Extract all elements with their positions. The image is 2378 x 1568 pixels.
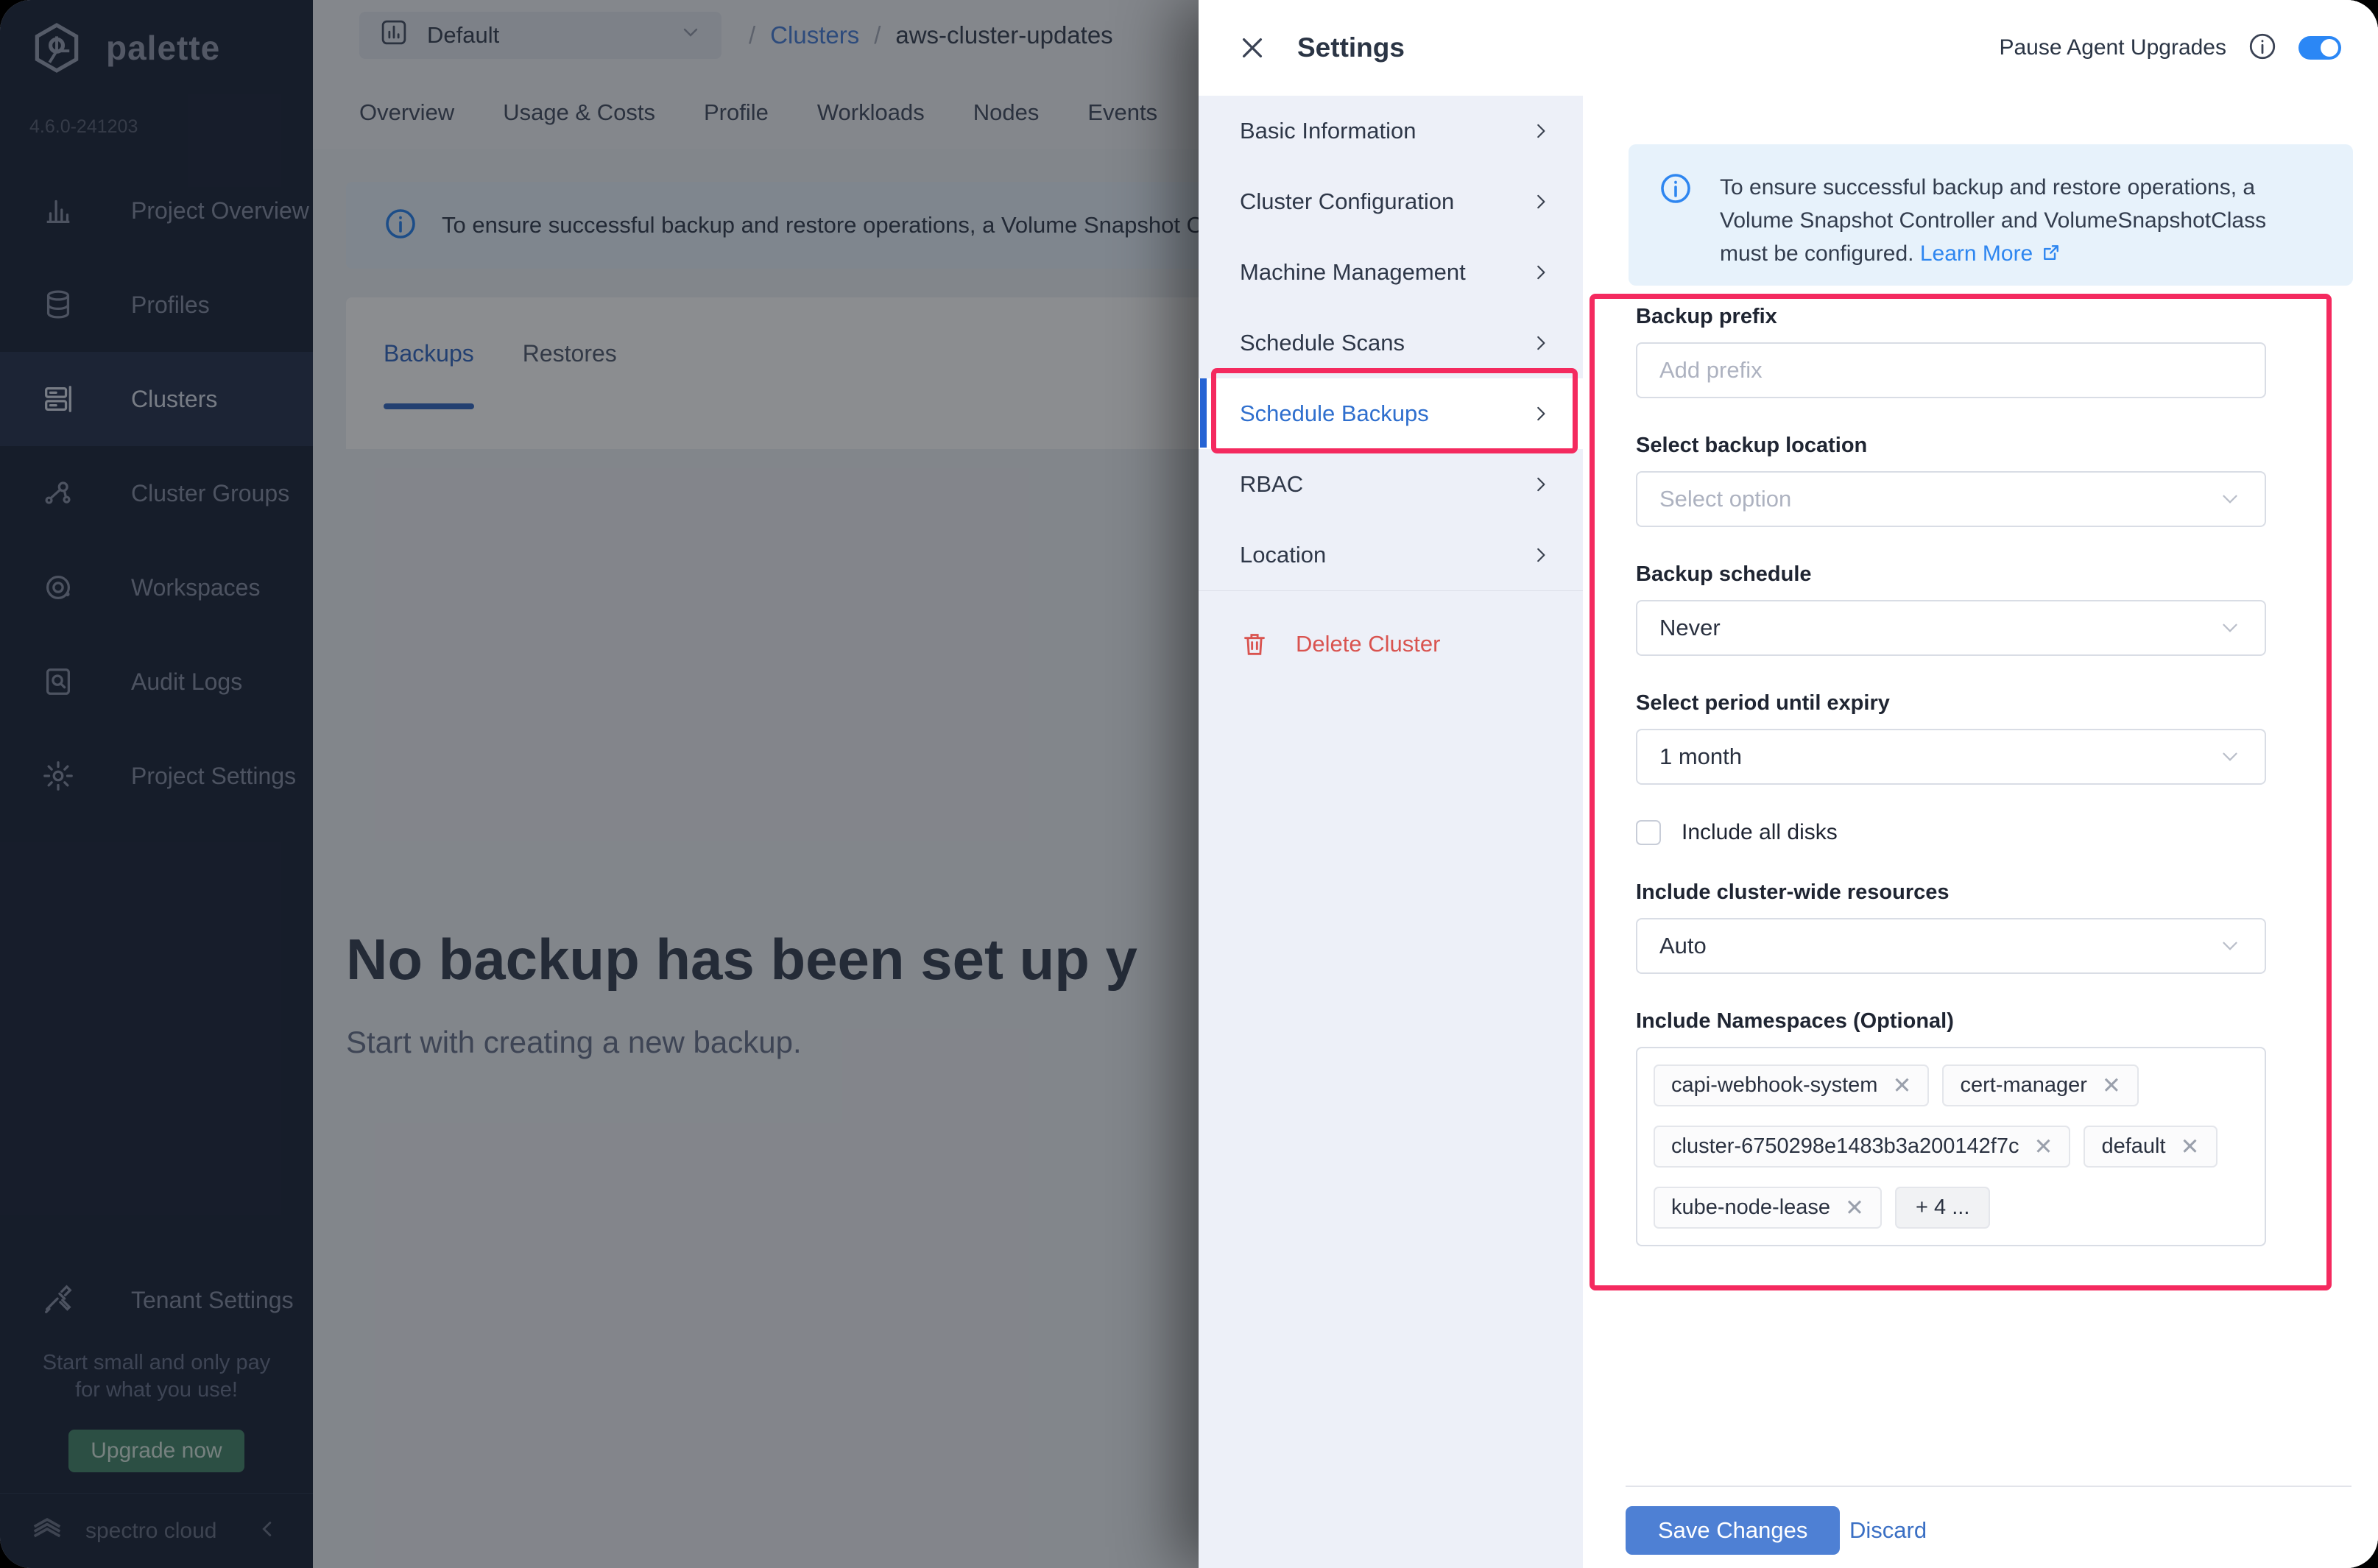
drawer-banner-text: To ensure successful backup and restore … bbox=[1720, 171, 2309, 266]
remove-tag-icon[interactable]: ✕ bbox=[1845, 1196, 1864, 1219]
backup-location-select[interactable]: Select option bbox=[1636, 471, 2266, 527]
settings-nav-label: Machine Management bbox=[1240, 259, 1466, 285]
include-all-disks-label: Include all disks bbox=[1682, 820, 1838, 844]
chevron-down-icon bbox=[2218, 487, 2243, 512]
remove-tag-icon[interactable]: ✕ bbox=[1892, 1074, 1911, 1097]
settings-nav-machine-management[interactable]: Machine Management bbox=[1199, 237, 1583, 308]
chevron-right-icon bbox=[1530, 261, 1552, 283]
app-window: palette 4.6.0-241203 Project Overview Pr… bbox=[0, 0, 2378, 1568]
include-all-disks-row: Include all disks bbox=[1636, 820, 2266, 845]
info-icon bbox=[1658, 171, 1693, 259]
settings-nav-cluster-configuration[interactable]: Cluster Configuration bbox=[1199, 166, 1583, 237]
chevron-down-icon bbox=[2218, 744, 2243, 769]
settings-nav-label: Cluster Configuration bbox=[1240, 188, 1455, 214]
chevron-right-icon bbox=[1530, 473, 1552, 495]
chevron-right-icon bbox=[1530, 191, 1552, 213]
namespace-tag: default ✕ bbox=[2084, 1126, 2218, 1168]
learn-more-link[interactable]: Learn More bbox=[1920, 241, 2033, 266]
info-icon[interactable] bbox=[2247, 31, 2278, 66]
backup-form: Backup prefix Select backup location Sel… bbox=[1636, 305, 2266, 1246]
settings-nav-rbac[interactable]: RBAC bbox=[1199, 449, 1583, 520]
namespace-tag: cluster-6750298e1483b3a200142f7c ✕ bbox=[1654, 1126, 2071, 1168]
settings-header: Settings Pause Agent Upgrades bbox=[1199, 0, 2378, 96]
namespaces-tag-input[interactable]: capi-webhook-system ✕ cert-manager ✕ clu… bbox=[1636, 1047, 2266, 1246]
delete-cluster-button[interactable]: Delete Cluster bbox=[1199, 611, 1583, 677]
expiry-value: 1 month bbox=[1659, 744, 1743, 769]
include-all-disks-checkbox[interactable] bbox=[1636, 820, 1661, 845]
expiry-label: Select period until expiry bbox=[1636, 691, 1890, 715]
remove-tag-icon[interactable]: ✕ bbox=[2102, 1074, 2121, 1097]
cluster-wide-label: Include cluster-wide resources bbox=[1636, 880, 1950, 904]
nav-divider bbox=[1199, 590, 1583, 591]
settings-nav-schedule-backups[interactable]: Schedule Backups bbox=[1199, 378, 1583, 449]
backup-prefix-field-wrap bbox=[1636, 342, 2266, 398]
namespace-tag-label: default bbox=[2101, 1134, 2166, 1158]
chevron-down-icon bbox=[2218, 933, 2243, 958]
namespaces-label: Include Namespaces (Optional) bbox=[1636, 1009, 1954, 1033]
chevron-right-icon bbox=[1530, 544, 1552, 566]
namespace-tag: kube-node-lease ✕ bbox=[1654, 1187, 1883, 1229]
active-nav-indicator bbox=[1200, 378, 1207, 448]
remove-tag-icon[interactable]: ✕ bbox=[2033, 1135, 2053, 1158]
more-namespaces-chip[interactable]: + 4 ... bbox=[1895, 1187, 1991, 1229]
trash-icon bbox=[1244, 634, 1265, 655]
remove-tag-icon[interactable]: ✕ bbox=[2181, 1135, 2200, 1158]
settings-drawer: Settings Pause Agent Upgrades Basic Info… bbox=[1199, 0, 2378, 1568]
pause-agent-upgrades-toggle[interactable] bbox=[2298, 36, 2341, 60]
settings-nav-label: Schedule Backups bbox=[1240, 400, 1429, 426]
settings-nav-location[interactable]: Location bbox=[1199, 520, 1583, 590]
settings-nav: Basic Information Cluster Configuration … bbox=[1199, 96, 1583, 1568]
chevron-right-icon bbox=[1530, 120, 1552, 142]
cluster-wide-select[interactable]: Auto bbox=[1636, 918, 2266, 974]
settings-title: Settings bbox=[1297, 32, 1405, 63]
save-changes-button[interactable]: Save Changes bbox=[1626, 1506, 1841, 1555]
namespace-tag-label: capi-webhook-system bbox=[1671, 1073, 1878, 1097]
external-link-icon bbox=[2033, 241, 2062, 266]
backup-location-label: Select backup location bbox=[1636, 434, 1868, 457]
namespace-tag: cert-manager ✕ bbox=[1942, 1064, 2139, 1106]
backup-schedule-label: Backup schedule bbox=[1636, 562, 1812, 586]
settings-nav-label: Location bbox=[1240, 542, 1327, 568]
chevron-right-icon bbox=[1530, 403, 1552, 425]
delete-cluster-label: Delete Cluster bbox=[1296, 631, 1441, 657]
expiry-select[interactable]: 1 month bbox=[1636, 729, 2266, 785]
modal-dim-overlay bbox=[0, 0, 1199, 1568]
settings-nav-basic-information[interactable]: Basic Information bbox=[1199, 96, 1583, 166]
namespace-tag: capi-webhook-system ✕ bbox=[1654, 1064, 1930, 1106]
pause-agent-upgrades-label: Pause Agent Upgrades bbox=[1999, 35, 2226, 60]
namespace-tag-label: cert-manager bbox=[1960, 1073, 2087, 1097]
footer-divider bbox=[1626, 1486, 2351, 1487]
settings-nav-schedule-scans[interactable]: Schedule Scans bbox=[1199, 308, 1583, 378]
backup-location-placeholder: Select option bbox=[1659, 486, 1792, 512]
chevron-down-icon bbox=[2218, 615, 2243, 640]
close-icon[interactable] bbox=[1237, 32, 1268, 63]
settings-nav-label: Basic Information bbox=[1240, 118, 1416, 144]
backup-schedule-value: Never bbox=[1659, 615, 1721, 640]
settings-nav-label: Schedule Scans bbox=[1240, 330, 1405, 356]
namespace-tag-label: cluster-6750298e1483b3a200142f7c bbox=[1671, 1134, 2019, 1158]
backup-prefix-label: Backup prefix bbox=[1636, 305, 1777, 328]
backup-prefix-input[interactable] bbox=[1659, 357, 2243, 384]
drawer-info-banner: To ensure successful backup and restore … bbox=[1629, 144, 2353, 286]
cluster-wide-value: Auto bbox=[1659, 933, 1707, 958]
backup-schedule-select[interactable]: Never bbox=[1636, 600, 2266, 656]
settings-nav-label: RBAC bbox=[1240, 471, 1304, 497]
namespace-tag-label: kube-node-lease bbox=[1671, 1196, 1831, 1219]
pause-agent-upgrades-control: Pause Agent Upgrades bbox=[1999, 31, 2341, 66]
discard-button[interactable]: Discard bbox=[1849, 1506, 1927, 1555]
chevron-right-icon bbox=[1530, 332, 1552, 354]
